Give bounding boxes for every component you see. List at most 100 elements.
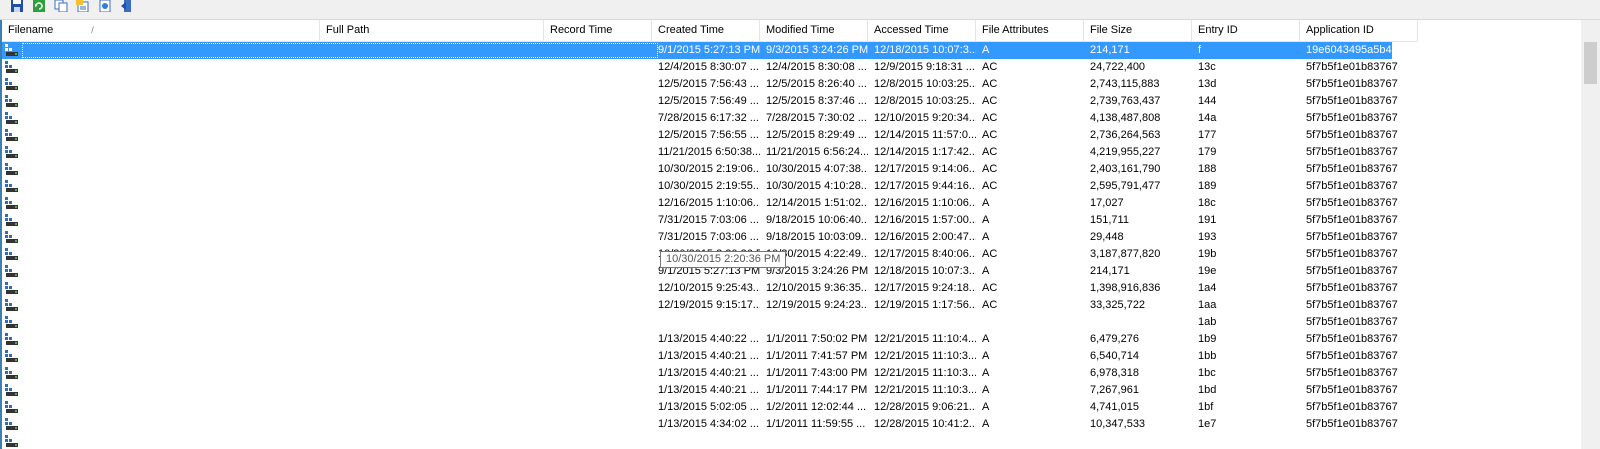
save-button[interactable] — [10, 0, 24, 12]
cell-attributes: A — [982, 231, 990, 243]
cell-size: 29,448 — [1090, 231, 1124, 243]
cell-created: 1/13/2015 4:40:21 ... — [658, 367, 759, 379]
table-row[interactable]: 12/5/2015 7:56:43 ... 12/5/2015 8:26:40 .… — [2, 76, 1418, 93]
table-row[interactable]: 10/30/2015 2:19:06... 10/30/2015 4:07:38.… — [2, 161, 1418, 178]
jump-list-entry-icon — [5, 282, 19, 295]
table-row[interactable]: 12/5/2015 7:56:49 ... 12/5/2015 8:37:46 .… — [2, 93, 1418, 110]
results-list[interactable]: Filename / Full Path Record Time Created Tim… — [0, 20, 1600, 449]
cell-created: 9/1/2015 5:27:13 PM — [658, 44, 760, 56]
column-header-attributes[interactable]: File Attributes — [976, 20, 1084, 41]
column-header-full-path[interactable]: Full Path — [320, 20, 544, 41]
cell-accessed: 12/21/2015 11:10:3... — [874, 350, 976, 362]
table-row[interactable]: 7/31/2015 7:03:06 ... 9/18/2015 10:06:40.… — [2, 212, 1418, 229]
column-header-size[interactable]: File Size — [1084, 20, 1192, 41]
cell-app-id: 5f7b5f1e01b83767 — [1306, 78, 1398, 90]
column-header-row: Filename / Full Path Record Time Created Tim… — [2, 20, 1418, 42]
table-row[interactable]: 1/13/2015 4:40:21 ... 1/1/2011 7:43:00 PM… — [2, 365, 1418, 382]
column-header-created[interactable]: Created Time — [652, 20, 760, 41]
cell-entry-id: 177 — [1198, 129, 1217, 141]
cell-accessed: 12/17/2015 9:44:16... — [874, 180, 976, 192]
cell-entry-id: 1ab — [1198, 316, 1217, 328]
cell-size: 17,027 — [1090, 197, 1124, 209]
column-header-app-id[interactable]: Application ID — [1300, 20, 1418, 41]
cell-entry-id: 179 — [1198, 146, 1217, 158]
table-row[interactable]: 12/10/2015 9:25:43... 12/10/2015 9:36:35.… — [2, 280, 1418, 297]
cell-attributes: AC — [982, 61, 998, 73]
cell-accessed: 12/21/2015 11:10:3... — [874, 367, 976, 379]
cell-accessed: 12/17/2015 8:40:06... — [874, 248, 976, 260]
table-row[interactable] — [2, 433, 1418, 449]
table-row[interactable]: 1/13/2015 4:40:21 ... 1/1/2011 7:41:57 PM… — [2, 348, 1418, 365]
cell-attributes: AC — [982, 112, 998, 124]
vertical-scrollbar[interactable] — [1581, 20, 1600, 449]
table-row[interactable]: 10/30/2015 2:19:55... 10/30/2015 4:10:28.… — [2, 178, 1418, 195]
cell-modified: 9/3/2015 3:24:26 PM — [766, 44, 868, 56]
cell-modified: 9/18/2015 10:03:09... — [766, 231, 868, 243]
cell-size: 2,595,791,477 — [1090, 180, 1161, 192]
properties-button[interactable] — [76, 0, 90, 12]
cell-size: 6,479,276 — [1090, 333, 1139, 345]
table-row[interactable]: 1/13/2015 4:40:22 ... 1/1/2011 7:50:02 PM… — [2, 331, 1418, 348]
column-header-label: File Size — [1090, 24, 1133, 36]
table-row[interactable]: 12/16/2015 1:10:06... 12/14/2015 1:51:02.… — [2, 195, 1418, 212]
table-row[interactable]: 7/31/2015 7:03:06 ... 9/18/2015 10:03:09.… — [2, 229, 1418, 246]
cell-created: 12/10/2015 9:25:43... — [658, 282, 760, 294]
table-row[interactable]: 9/1/2015 5:27:13 PM 9/3/2015 3:24:26 PM 12… — [2, 42, 1404, 59]
exit-icon — [120, 0, 134, 12]
cell-created: 10/30/2015 2:19:06... — [658, 163, 760, 175]
html-report-button[interactable] — [98, 0, 112, 12]
column-header-accessed[interactable]: Accessed Time — [868, 20, 976, 41]
refresh-icon — [32, 0, 46, 12]
cell-modified: 12/14/2015 1:51:02... — [766, 197, 868, 209]
column-header-modified[interactable]: Modified Time — [760, 20, 868, 41]
copy-button[interactable] — [54, 0, 68, 12]
table-row[interactable]: 1/13/2015 4:40:21 ... 1/1/2011 7:44:17 PM… — [2, 382, 1418, 399]
column-header-label: File Attributes — [982, 24, 1049, 36]
cell-attributes: AC — [982, 78, 998, 90]
scrollbar-thumb[interactable] — [1584, 42, 1597, 84]
table-row[interactable]: 12/5/2015 7:56:55 ... 12/5/2015 8:29:49 .… — [2, 127, 1418, 144]
cell-entry-id: 191 — [1198, 214, 1217, 226]
table-row[interactable]: 12/19/2015 9:15:17... 12/19/2015 9:24:23.… — [2, 297, 1418, 314]
column-header-record-time[interactable]: Record Time — [544, 20, 652, 41]
cell-app-id: 5f7b5f1e01b83767 — [1306, 265, 1398, 277]
cell-accessed: 12/21/2015 11:10:3... — [874, 384, 976, 396]
table-row[interactable]: 1/13/2015 4:34:02 ... 1/1/2011 11:59:55 .… — [2, 416, 1418, 433]
exit-button[interactable] — [120, 0, 134, 12]
cell-app-id: 5f7b5f1e01b83767 — [1306, 248, 1398, 260]
table-row[interactable]: 11/21/2015 6:50:38... 11/21/2015 6:56:24.… — [2, 144, 1418, 161]
cell-app-id: 5f7b5f1e01b83767 — [1306, 282, 1398, 294]
cell-tooltip: 10/30/2015 2:20:36 PM — [660, 251, 787, 268]
cell-attributes: A — [982, 350, 990, 362]
cell-app-id: 5f7b5f1e01b83767 — [1306, 197, 1398, 209]
cell-app-id — [1300, 433, 1418, 449]
cell-accessed: 12/10/2015 9:20:34... — [874, 112, 976, 124]
app-window: Filename / Full Path Record Time Created Tim… — [0, 0, 1600, 449]
cell-attributes: A — [982, 367, 990, 379]
cell-app-id: 5f7b5f1e01b83767 — [1306, 316, 1398, 328]
cell-created: 1/13/2015 4:34:02 ... — [658, 418, 759, 430]
jump-list-entry-icon — [5, 95, 19, 108]
cell-size — [1084, 314, 1192, 331]
jump-list-entry-icon — [5, 367, 19, 380]
column-header-label: Created Time — [658, 24, 725, 36]
table-row[interactable]: 12/4/2015 8:30:07 ... 12/4/2015 8:30:08 .… — [2, 59, 1418, 76]
column-header-filename[interactable]: Filename / — [2, 20, 320, 41]
cell-entry-id — [1192, 433, 1300, 449]
cell-modified: 12/5/2015 8:26:40 ... — [766, 78, 867, 90]
cell-attributes: AC — [982, 129, 998, 141]
cell-created: 7/31/2015 7:03:06 ... — [658, 231, 759, 243]
table-row[interactable]: 1ab 5f7b5f1e01b83767 — [2, 314, 1418, 331]
cell-app-id: 5f7b5f1e01b83767 — [1306, 61, 1398, 73]
refresh-button[interactable] — [32, 0, 46, 12]
cell-entry-id: 144 — [1198, 95, 1217, 107]
cell-modified: 1/1/2011 7:44:17 PM — [766, 384, 868, 396]
cell-accessed — [868, 433, 976, 449]
cell-app-id: 5f7b5f1e01b83767 — [1306, 214, 1398, 226]
cell-app-id: 5f7b5f1e01b83767 — [1306, 112, 1398, 124]
cell-accessed: 12/28/2015 10:41:2... — [874, 418, 976, 430]
table-row[interactable]: 7/28/2015 6:17:32 ... 7/28/2015 7:30:02 .… — [2, 110, 1418, 127]
column-header-entry-id[interactable]: Entry ID — [1192, 20, 1300, 41]
table-row[interactable]: 1/13/2015 5:02:05 ... 1/2/2011 12:02:44 .… — [2, 399, 1418, 416]
cell-attributes: A — [982, 265, 990, 277]
